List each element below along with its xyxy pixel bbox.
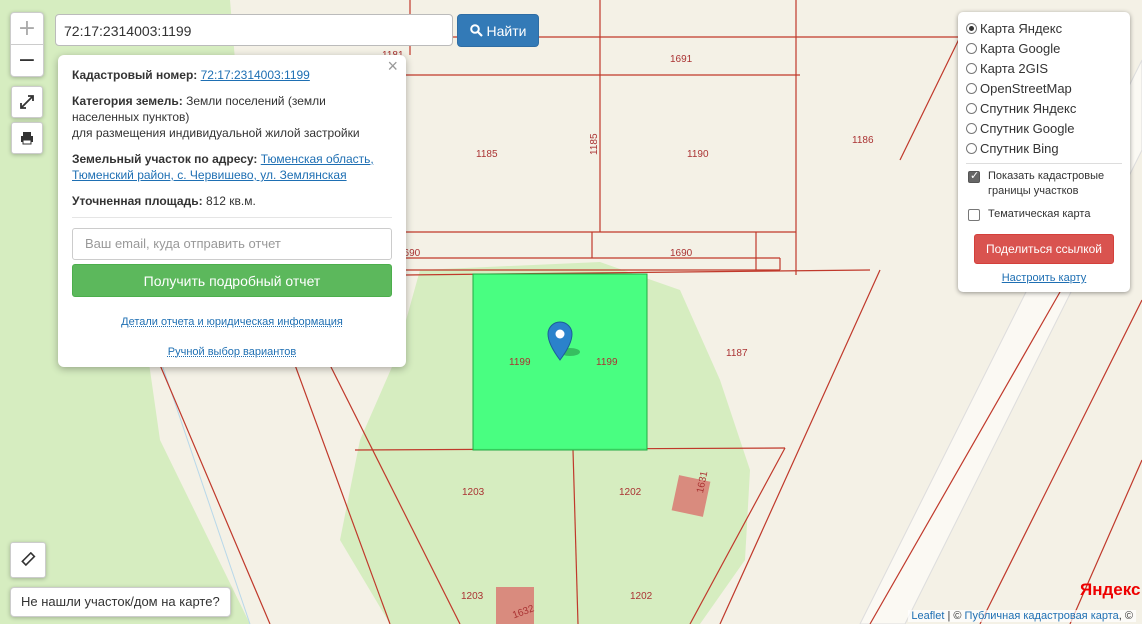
- layer-label: Карта Яндекс: [980, 20, 1063, 36]
- radio-icon[interactable]: [966, 82, 977, 94]
- cadastral-number-link[interactable]: 72:17:2314003:1199: [201, 68, 310, 82]
- radio-icon[interactable]: [966, 122, 977, 134]
- address-row: Земельный участок по адресу: Тюменская о…: [72, 151, 392, 183]
- parcel-label-1691: 1691: [670, 54, 693, 65]
- layer-option-google-satellite[interactable]: Спутник Google: [966, 118, 1122, 138]
- layer-label: OpenStreetMap: [980, 80, 1072, 96]
- radio-icon[interactable]: [966, 142, 977, 154]
- area-value: 812 кв.м.: [205, 194, 256, 208]
- attribution: Leaflet | © Публичная кадастровая карта,…: [908, 610, 1136, 622]
- attribution-tail: , ©: [1118, 610, 1133, 622]
- area-row: Уточненная площадь: 812 кв.м.: [72, 193, 392, 218]
- layer-label: Спутник Bing: [980, 140, 1059, 156]
- layer-label: Карта Google: [980, 40, 1061, 56]
- parcel-label-1186: 1186: [852, 135, 874, 146]
- layer-option-google-map[interactable]: Карта Google: [966, 38, 1122, 58]
- layer-option-bing-satellite[interactable]: Спутник Bing: [966, 138, 1122, 158]
- zoom-in-button[interactable]: +: [11, 13, 43, 45]
- checkbox-checked-icon[interactable]: [968, 169, 980, 184]
- radio-selected-icon[interactable]: [966, 22, 977, 34]
- email-field[interactable]: Ваш email, куда отправить отчет: [72, 228, 392, 260]
- ruler-button[interactable]: [10, 542, 46, 578]
- show-borders-label: Показать кадастровые границы участков: [988, 170, 1105, 197]
- parcel-label-1690: 1690: [670, 248, 693, 259]
- search-button-label: Найти: [486, 22, 527, 39]
- manual-selection-link[interactable]: Ручной выбор вариантов: [72, 344, 392, 360]
- layer-option-yandex-map[interactable]: Карта Яндекс: [966, 18, 1122, 38]
- expand-icon: [20, 95, 34, 109]
- checkbox-icon[interactable]: [968, 209, 980, 221]
- report-details-link[interactable]: Детали отчета и юридическая информация: [72, 314, 392, 330]
- radio-icon[interactable]: [966, 42, 977, 54]
- leaflet-link[interactable]: Leaflet: [911, 610, 944, 622]
- layer-label: Карта 2GIS: [980, 60, 1049, 76]
- close-icon[interactable]: ×: [387, 57, 398, 75]
- printer-icon: [21, 132, 33, 145]
- show-borders-option[interactable]: Показать кадастровые границы участков: [966, 169, 1122, 199]
- search-input[interactable]: 72:17:2314003:1199: [55, 14, 453, 46]
- configure-map-link[interactable]: Настроить карту: [966, 272, 1122, 284]
- parcel-label-1185: 1185: [476, 149, 498, 160]
- category-label: Категория земель:: [72, 94, 183, 108]
- category-purpose: для размещения индивидуальной жилой заст…: [72, 126, 360, 140]
- parcel-label-1190: 1190: [687, 149, 709, 160]
- yandex-logo-y: Я: [1080, 580, 1093, 599]
- address-label: Земельный участок по адресу:: [72, 152, 258, 166]
- divider: [966, 163, 1122, 164]
- not-found-button[interactable]: Не нашли участок/дом на карте?: [10, 587, 231, 617]
- yandex-logo: Яндекс: [1080, 580, 1140, 600]
- layer-label: Спутник Google: [980, 120, 1075, 136]
- parcel-label-1199-right: 1199: [596, 357, 618, 368]
- yandex-logo-rest: ндекс: [1092, 580, 1141, 599]
- cadastral-label: Кадастровый номер:: [72, 68, 198, 82]
- radio-icon[interactable]: [966, 102, 977, 114]
- layers-panel: Карта Яндекс Карта Google Карта 2GIS Ope…: [958, 12, 1130, 292]
- pkk-link[interactable]: Публичная кадастровая карта: [965, 610, 1119, 622]
- layer-option-osm[interactable]: OpenStreetMap: [966, 78, 1122, 98]
- layer-option-2gis[interactable]: Карта 2GIS: [966, 58, 1122, 78]
- thematic-map-option[interactable]: Тематическая карта: [966, 207, 1122, 222]
- fullscreen-button[interactable]: [11, 86, 43, 118]
- ruler-icon: [21, 552, 36, 567]
- cadastral-number-row: Кадастровый номер: 72:17:2314003:1199: [72, 67, 392, 83]
- parcel-label-1199: 1199: [509, 357, 531, 368]
- radio-icon[interactable]: [966, 62, 977, 74]
- print-button[interactable]: [11, 122, 43, 154]
- zoom-out-button[interactable]: −: [11, 45, 43, 76]
- search-button[interactable]: Найти: [457, 14, 539, 47]
- layer-option-yandex-satellite[interactable]: Спутник Яндекс: [966, 98, 1122, 118]
- attribution-separator: | ©: [944, 610, 965, 622]
- zoom-control: + −: [10, 12, 44, 77]
- layer-label: Спутник Яндекс: [980, 100, 1077, 116]
- parcel-label-1202-bottom: 1202: [630, 591, 653, 602]
- parcel-info-popup: × Кадастровый номер: 72:17:2314003:1199 …: [58, 55, 406, 367]
- selected-parcel[interactable]: [472, 273, 648, 451]
- search-icon: [469, 24, 483, 37]
- thematic-map-label: Тематическая карта: [988, 208, 1091, 220]
- parcel-label-1203: 1203: [462, 487, 485, 498]
- parcel-label-1202: 1202: [619, 487, 642, 498]
- parcel-label-1203-bottom: 1203: [461, 591, 484, 602]
- share-link-button[interactable]: Поделиться ссылкой: [974, 234, 1114, 264]
- parcel-label-1185-vertical: 1185: [589, 133, 600, 155]
- category-row: Категория земель: Земли поселений (земли…: [72, 93, 392, 141]
- get-report-button[interactable]: Получить подробный отчет: [72, 264, 392, 297]
- area-label: Уточненная площадь:: [72, 194, 203, 208]
- parcel-label-1187: 1187: [726, 348, 748, 359]
